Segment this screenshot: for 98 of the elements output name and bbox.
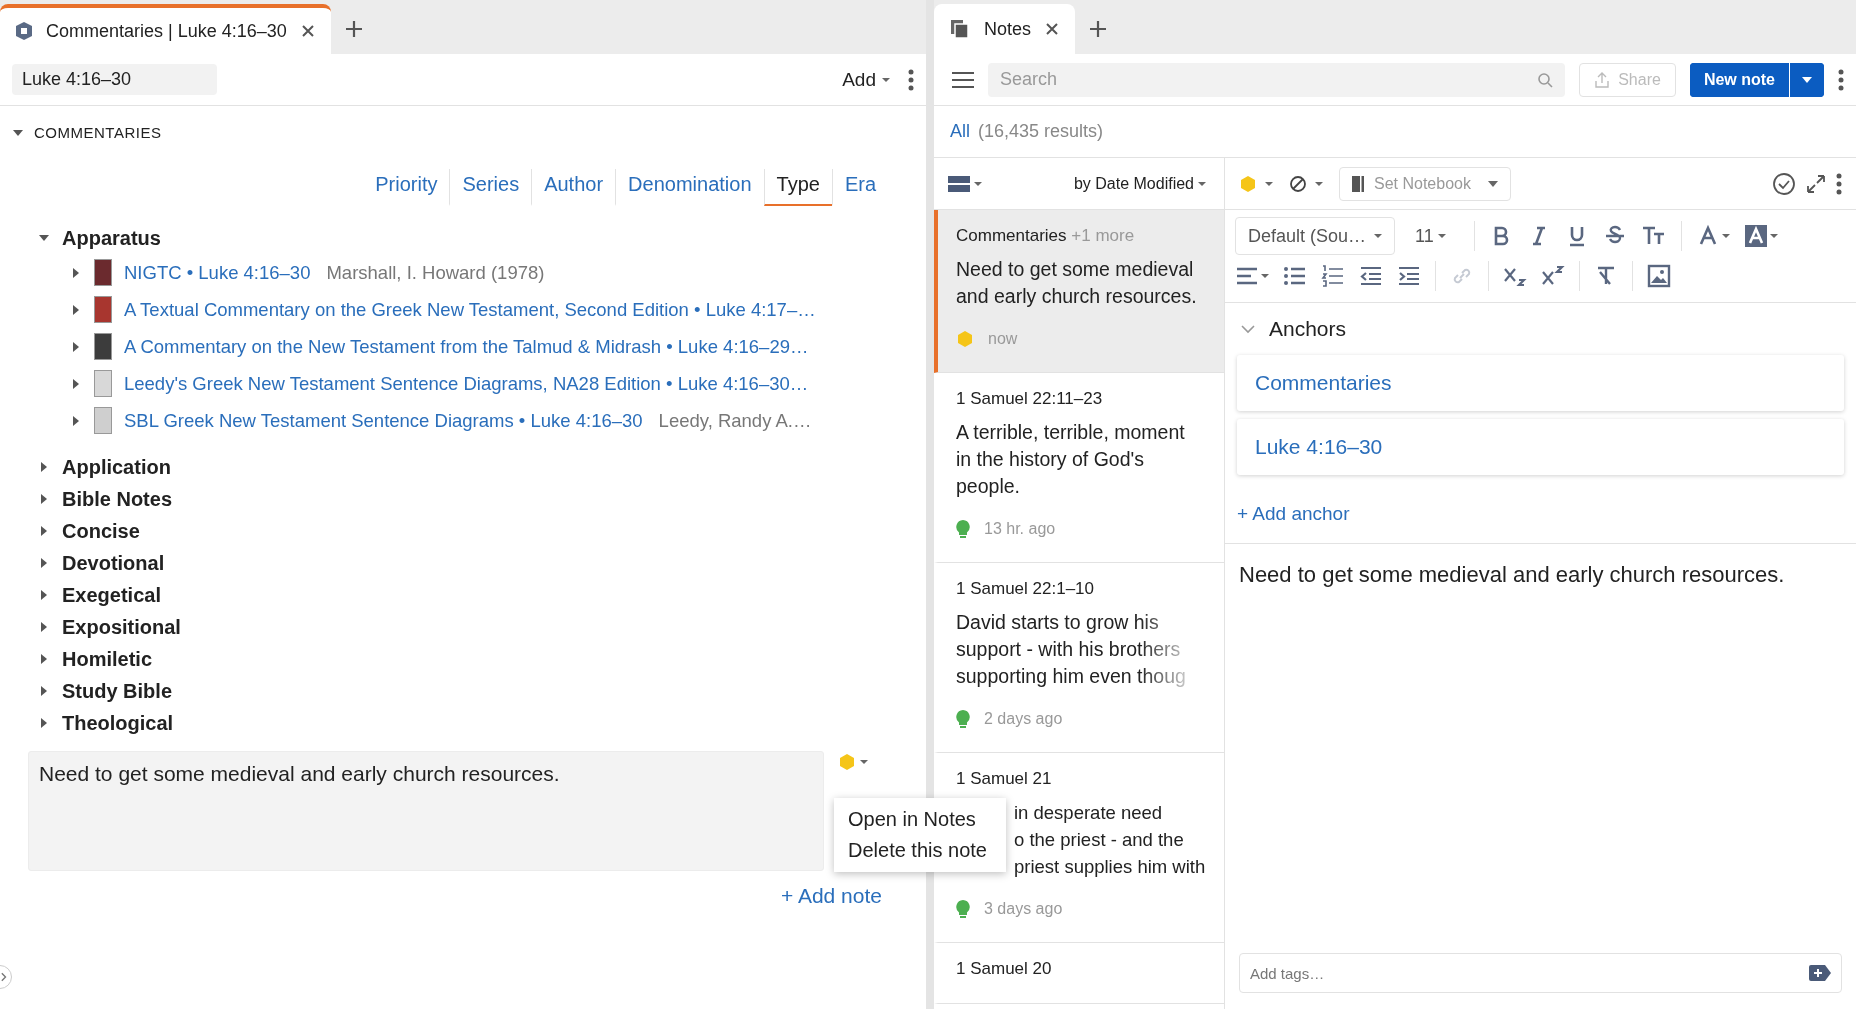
group-label[interactable]: Exegetical	[62, 583, 161, 607]
view-mode-icon[interactable]	[948, 174, 970, 193]
resource-link[interactable]: Leedy's Greek New Testament Sentence Diagrams, NA28 Edition • Luke 4:16–30…	[124, 372, 809, 395]
note-list-item[interactable]: Commentaries +1 more Need to get some medieval and early church resources. now	[934, 210, 1224, 373]
more-options-icon[interactable]	[1836, 172, 1842, 195]
group-label[interactable]: Bible Notes	[62, 487, 173, 511]
note-preview: David starts to grow his support - with his brothers supporting him even thoug	[956, 610, 1187, 689]
author-text: Marshall, I. Howard (1978)	[326, 261, 545, 284]
result-count: (16,435 results)	[978, 121, 1104, 142]
book-icon	[16, 22, 32, 40]
filter-tab[interactable]: Era	[831, 169, 888, 206]
anchors-heading: Anchors	[1269, 317, 1347, 341]
add-note-link[interactable]: + Add note	[775, 883, 888, 909]
note-time: 2 days ago	[984, 710, 1063, 728]
resource-link[interactable]: NIGTC • Luke 4:16–30	[124, 261, 311, 284]
dropdown-caret-icon[interactable]	[1265, 180, 1273, 187]
group-label[interactable]: Theological	[62, 711, 174, 735]
more-options-icon[interactable]	[1838, 68, 1844, 91]
dropdown-caret-icon[interactable]	[1315, 180, 1323, 187]
tab-title: Notes	[984, 18, 1032, 40]
filter-tab[interactable]: Type	[763, 169, 832, 206]
highlight-color-icon[interactable]	[1743, 224, 1768, 248]
note-time: now	[988, 330, 1018, 348]
anchor-card[interactable]: Commentaries	[1237, 355, 1844, 411]
add-button[interactable]: Add	[838, 64, 894, 95]
caret-down-icon	[1801, 75, 1813, 84]
resource-link[interactable]: SBL Greek New Testament Sentence Diagrams • Luke 4:16–30	[124, 409, 643, 432]
font-dropdown[interactable]: Default (Sou…	[1235, 217, 1396, 255]
dropdown-caret-icon[interactable]	[860, 759, 868, 765]
notebook-icon	[1352, 175, 1364, 192]
group-label[interactable]: Application	[62, 455, 171, 479]
bullet-list-icon[interactable]	[1283, 264, 1307, 288]
group-label[interactable]: Apparatus	[62, 226, 161, 250]
no-symbol-icon[interactable]	[1289, 174, 1307, 193]
note-anchor: Commentaries +1 more	[956, 226, 1136, 246]
dropdown-caret-icon[interactable]	[882, 76, 890, 83]
tab[interactable]: Notes	[934, 4, 1076, 54]
add-anchor-link[interactable]: + Add anchor	[1237, 503, 1350, 525]
check-circle-icon[interactable]	[1772, 171, 1796, 196]
close-icon[interactable]	[1045, 22, 1060, 36]
filter-tab[interactable]: Author	[531, 169, 616, 206]
note-list-item[interactable]: 1 Samuel 20	[934, 943, 1224, 1004]
author-text: Leedy, Randy A.…	[658, 409, 812, 432]
note-anchor: 1 Samuel 21	[956, 769, 1053, 789]
sort-dropdown[interactable]: by Date Modified	[1067, 173, 1212, 194]
dropdown-caret-icon[interactable]	[1374, 233, 1383, 239]
section-title: COMMENTARIES	[34, 124, 162, 141]
filter-tab[interactable]: Priority	[363, 169, 450, 206]
dropdown-caret-icon[interactable]	[1261, 273, 1269, 279]
group-label[interactable]: Study Bible	[62, 679, 172, 703]
group-label[interactable]: Expositional	[62, 615, 181, 639]
group-label[interactable]: Devotional	[62, 551, 165, 575]
note-list-item[interactable]: 1 Samuel 22:11–23 A terrible, terrible, moment in the history of God's people. 13 hr. ago	[934, 373, 1224, 563]
dropdown-caret-icon[interactable]	[1769, 233, 1778, 239]
add-tab-icon[interactable]	[1089, 20, 1108, 38]
more-options-icon[interactable]	[908, 68, 914, 91]
dropdown-caret-icon[interactable]	[1198, 180, 1206, 187]
note-body[interactable]: Need to get some medieval and early church resources.	[1225, 543, 1856, 953]
note-list-item[interactable]: 1 Samuel 22:1–10 David starts to grow his support - with his brothers supporting him even thoug 2 days ago	[934, 563, 1224, 753]
note-anchor: 1 Samuel 22:1–10	[956, 579, 1095, 599]
indent-icon[interactable]	[1397, 264, 1421, 288]
dropdown-caret-icon[interactable]	[1437, 233, 1446, 239]
reference-field[interactable]: Luke 4:16–30	[12, 64, 217, 95]
note-time: 3 days ago	[984, 900, 1063, 918]
outdent-icon[interactable]	[1359, 264, 1383, 288]
note-preview: A terrible, terrible, moment in the history of God's people.	[956, 420, 1186, 499]
font-size-dropdown[interactable]: 11	[1409, 224, 1452, 248]
tab[interactable]: Commentaries | Luke 4:16–30	[0, 4, 331, 54]
tags-field[interactable]: Add tags…	[1239, 953, 1842, 993]
numbered-list-icon[interactable]	[1321, 264, 1345, 288]
note-preview: in desperate need o the priest - and the priest supplies him with	[1014, 801, 1207, 879]
search-icon	[1537, 71, 1554, 88]
tab-title: Commentaries | Luke 4:16–30	[46, 20, 287, 42]
add-tag-icon	[1809, 965, 1831, 981]
note-preview: Need to get some medieval and early church resources.	[956, 257, 1198, 309]
note-panel[interactable]: Need to get some medieval and early church resources.	[28, 751, 824, 871]
group-label[interactable]: Homiletic	[62, 647, 153, 671]
resource-link[interactable]: A Textual Commentary on the Greek New Testament, Second Edition • Luke 4:17–…	[124, 298, 816, 321]
new-note-button[interactable]: New note	[1689, 62, 1790, 97]
dropdown-caret-icon[interactable]	[974, 180, 982, 187]
upload-icon	[1594, 71, 1611, 88]
close-icon[interactable]	[300, 24, 315, 38]
dropdown-caret-icon[interactable]	[1721, 233, 1730, 239]
filter-tab[interactable]: Denomination	[615, 169, 764, 206]
chevron-down-icon[interactable]	[1241, 324, 1255, 334]
menu-icon[interactable]	[952, 70, 974, 89]
resource-link[interactable]: A Commentary on the New Testament from the Talmud & Midrash • Luke 4:16–29…	[124, 335, 809, 358]
all-filter-link[interactable]: All	[950, 121, 970, 142]
note-anchor: 1 Samuel 20	[956, 959, 1053, 979]
anchor-card[interactable]: Luke 4:16–30	[1237, 419, 1844, 475]
note-time: 13 hr. ago	[984, 520, 1056, 538]
add-tab-icon[interactable]	[344, 20, 363, 38]
image-icon[interactable]	[1647, 264, 1671, 288]
caret-down-icon	[1488, 180, 1498, 187]
filter-tab[interactable]: Series	[449, 169, 532, 206]
group-label[interactable]: Concise	[62, 519, 140, 543]
note-anchor: 1 Samuel 22:11–23	[956, 389, 1104, 409]
notes-icon	[950, 19, 970, 39]
